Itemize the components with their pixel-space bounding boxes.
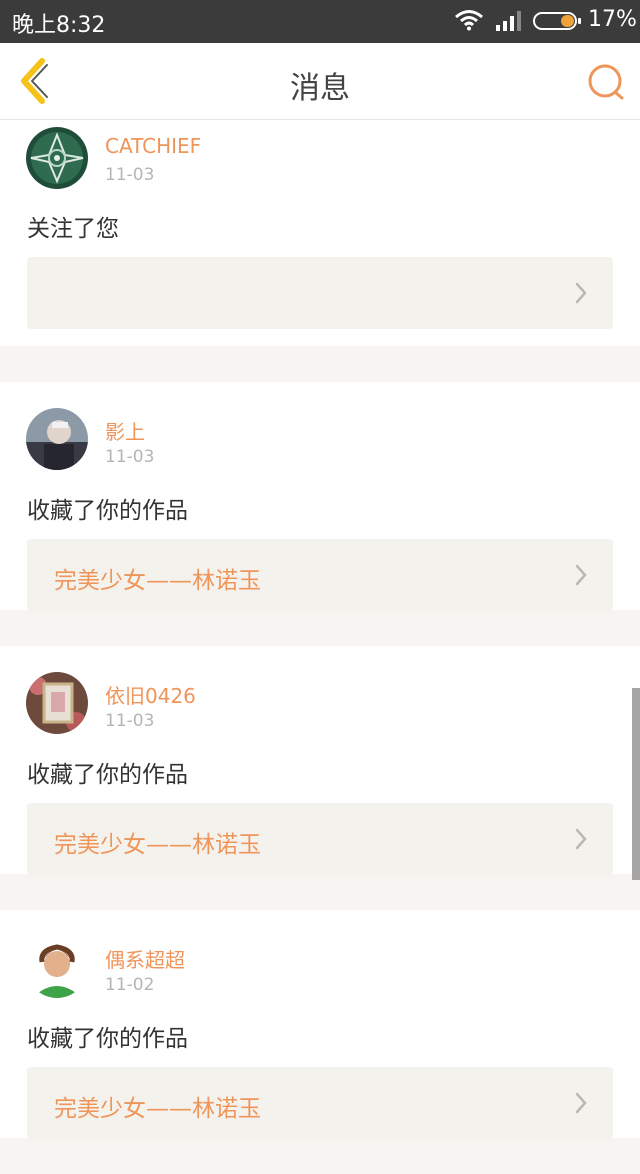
page-title: 消息 bbox=[290, 71, 350, 106]
message-date: 11-03 bbox=[105, 447, 155, 467]
work-link[interactable]: 完美少女——林诺玉 bbox=[27, 1067, 613, 1139]
message-list: CATCHIEF 11-03 关注了您 影上 11-03 收藏了你的作品 完美少… bbox=[0, 120, 640, 1174]
status-time: 晚上8:32 bbox=[12, 13, 106, 38]
user-name[interactable]: 影上 bbox=[105, 416, 145, 445]
work-link[interactable]: 完美少女——林诺玉 bbox=[27, 803, 613, 875]
message-date: 11-02 bbox=[105, 975, 155, 995]
avatar[interactable] bbox=[26, 672, 88, 734]
battery-percent: 17% bbox=[588, 7, 637, 32]
message-action: 收藏了你的作品 bbox=[27, 1026, 188, 1052]
avatar[interactable] bbox=[26, 936, 88, 998]
battery-icon bbox=[533, 12, 581, 30]
search-icon[interactable] bbox=[585, 61, 627, 103]
message-card: 偶系超超 11-02 收藏了你的作品 完美少女——林诺玉 bbox=[0, 910, 640, 1139]
user-name[interactable]: 依旧0426 bbox=[105, 680, 196, 709]
work-title: 完美少女——林诺玉 bbox=[54, 1096, 261, 1122]
header-bar: 消息 bbox=[0, 43, 640, 120]
message-action: 关注了您 bbox=[27, 216, 119, 242]
status-bar: 晚上8:32 17% bbox=[0, 0, 640, 43]
message-date: 11-03 bbox=[105, 711, 155, 731]
work-link[interactable]: 完美少女——林诺玉 bbox=[27, 539, 613, 611]
user-name[interactable]: CATCHIEF bbox=[105, 134, 201, 158]
chevron-right-icon bbox=[575, 828, 587, 850]
chevron-right-icon bbox=[575, 282, 587, 304]
avatar[interactable] bbox=[26, 408, 88, 470]
chevron-right-icon bbox=[575, 564, 587, 586]
wifi-icon bbox=[455, 10, 483, 31]
message-card: CATCHIEF 11-03 关注了您 bbox=[0, 120, 640, 346]
message-card: 影上 11-03 收藏了你的作品 完美少女——林诺玉 bbox=[0, 382, 640, 611]
message-action: 收藏了你的作品 bbox=[27, 498, 188, 524]
work-title: 完美少女——林诺玉 bbox=[54, 832, 261, 858]
signal-icon bbox=[496, 11, 521, 31]
scrollbar[interactable] bbox=[632, 688, 640, 880]
chevron-right-icon bbox=[575, 1092, 587, 1114]
message-date: 11-03 bbox=[105, 165, 155, 185]
work-link[interactable] bbox=[27, 257, 613, 329]
avatar[interactable] bbox=[26, 127, 88, 189]
message-card: 依旧0426 11-03 收藏了你的作品 完美少女——林诺玉 bbox=[0, 646, 640, 875]
work-title: 完美少女——林诺玉 bbox=[54, 568, 261, 594]
message-action: 收藏了你的作品 bbox=[27, 762, 188, 788]
user-name[interactable]: 偶系超超 bbox=[105, 944, 185, 973]
